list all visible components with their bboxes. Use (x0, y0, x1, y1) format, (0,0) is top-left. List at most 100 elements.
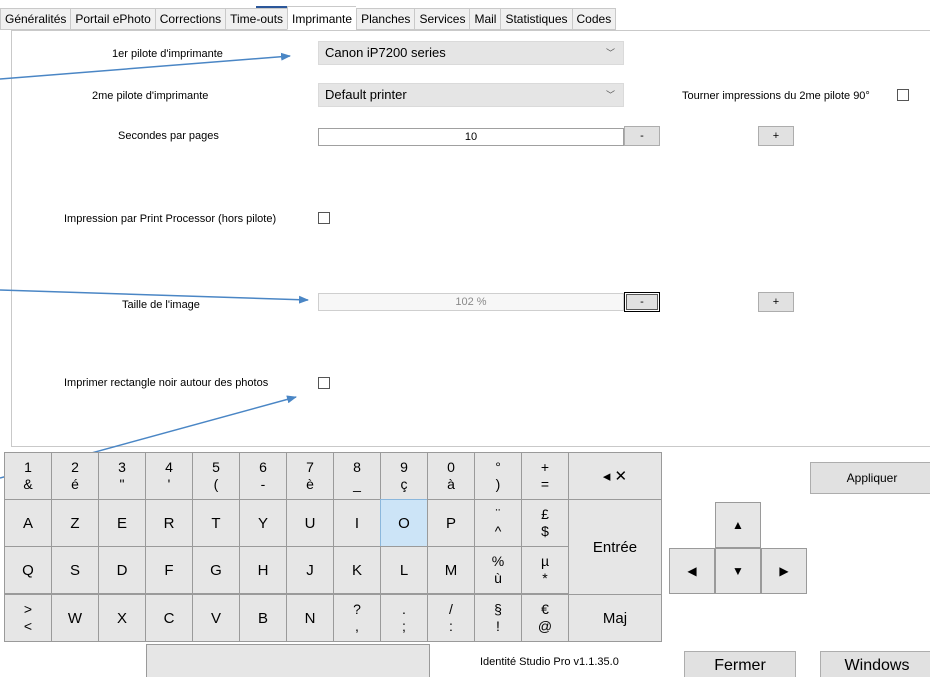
driver2-select[interactable]: Default printer ﹀ (318, 83, 624, 107)
key-x[interactable]: X (98, 594, 146, 642)
black-rect-checkbox[interactable] (318, 377, 330, 389)
key-f[interactable]: F (145, 546, 193, 594)
enter-key[interactable]: Entrée (568, 499, 662, 595)
key-h[interactable]: H (239, 546, 287, 594)
apply-button[interactable]: Appliquer (810, 462, 930, 494)
key-row3-extra-1[interactable]: µ * (521, 546, 569, 594)
key-u[interactable]: U (286, 499, 334, 547)
tab-services[interactable]: Services (414, 8, 470, 30)
key-t[interactable]: T (192, 499, 240, 547)
key-x-label: X (116, 609, 127, 627)
key-c[interactable]: C (145, 594, 193, 642)
tab-planches[interactable]: Planches (356, 8, 415, 30)
key-e-label: E (116, 514, 127, 532)
key-row4-extra-1[interactable]: .; (380, 594, 428, 642)
key-y-label: Y (257, 514, 268, 532)
key-z[interactable]: Z (51, 499, 99, 547)
key-row1-0[interactable]: 1 & (4, 452, 52, 500)
key-row1-6[interactable]: 7è (286, 452, 334, 500)
seconds-field[interactable]: 10 (318, 128, 624, 146)
key-row4-extra-1-top-char: . (402, 601, 406, 617)
key-row1-9[interactable]: 0à (427, 452, 475, 500)
key-row1-6-top-char: 7 (306, 459, 314, 475)
key-row1-5-bottom-char: - (260, 476, 266, 492)
driver1-label: 1er pilote d'imprimante (112, 48, 223, 60)
key-q[interactable]: Q (4, 546, 52, 594)
tab-statistiques[interactable]: Statistiques (500, 8, 572, 30)
key-row1-3-bottom-char: ' (167, 476, 171, 492)
key-row1-3[interactable]: 4 ' (145, 452, 193, 500)
tab-corrections[interactable]: Corrections (154, 8, 226, 30)
tab-generalites[interactable]: Généralités (0, 8, 71, 30)
arrow-right-key[interactable]: ▶ (761, 548, 807, 594)
key-r[interactable]: R (145, 499, 193, 547)
key-row4-extra-2[interactable]: /: (427, 594, 475, 642)
key-v-label: V (210, 609, 221, 627)
key-e[interactable]: E (98, 499, 146, 547)
close-button[interactable]: Fermer (684, 651, 796, 677)
key-j[interactable]: J (286, 546, 334, 594)
key-row1-5[interactable]: 6- (239, 452, 287, 500)
tab-imprimante[interactable]: Imprimante (287, 6, 357, 30)
arrow-up-key[interactable]: ▲ (715, 502, 761, 548)
key-v[interactable]: V (192, 594, 240, 642)
seconds-minus-button[interactable]: - (624, 126, 660, 146)
key-o[interactable]: O (380, 499, 428, 547)
key-row2-extra-1[interactable]: £ $ (521, 499, 569, 547)
key-row1-4[interactable]: 5( (192, 452, 240, 500)
tab-mail[interactable]: Mail (469, 8, 501, 30)
key-row1-8[interactable]: 9ç (380, 452, 428, 500)
key-y[interactable]: Y (239, 499, 287, 547)
key-row1-0-top-char: 1 (24, 459, 32, 475)
key-row4-extra-3-top-char: § (494, 601, 502, 617)
key-row1-10-bottom-char: ) (495, 476, 501, 492)
windows-button[interactable]: Windows (820, 651, 930, 677)
key-row1-11[interactable]: + = (521, 452, 569, 500)
key-n[interactable]: N (286, 594, 334, 642)
key-row1-7[interactable]: 8 _ (333, 452, 381, 500)
key-row4-extra-1-bottom-char: ; (402, 618, 406, 634)
print-processor-label: Impression par Print Processor (hors pil… (64, 213, 277, 225)
key-angle-brackets[interactable]: > < (4, 594, 52, 642)
driver1-select[interactable]: Canon iP7200 series ﹀ (318, 41, 624, 65)
key-g[interactable]: G (192, 546, 240, 594)
key-row1-1[interactable]: 2é (51, 452, 99, 500)
key-a[interactable]: A (4, 499, 52, 547)
key-row1-10[interactable]: °) (474, 452, 522, 500)
key-m[interactable]: M (427, 546, 475, 594)
key-row3-extra-1-top-char: µ (540, 553, 550, 569)
tab-portail-ephoto[interactable]: Portail ePhoto (70, 8, 155, 30)
arrow-down-key[interactable]: ▼ (715, 548, 761, 594)
image-size-plus-button[interactable]: + (758, 292, 794, 312)
key-l[interactable]: L (380, 546, 428, 594)
key-row4-extra-0[interactable]: ?, (333, 594, 381, 642)
tab-codes[interactable]: Codes (571, 8, 617, 30)
key-i-label: I (354, 514, 360, 532)
image-size-minus-button[interactable]: - (624, 292, 660, 312)
print-processor-checkbox[interactable] (318, 212, 330, 224)
rotate-checkbox[interactable] (897, 89, 909, 101)
key-b[interactable]: B (239, 594, 287, 642)
key-row3-extra-0-top-char: % (491, 553, 505, 569)
arrow-left-key[interactable]: ◀ (669, 548, 715, 594)
space-key[interactable] (146, 644, 430, 677)
image-size-field[interactable]: 102 % (318, 293, 624, 311)
enter-key-label: Entrée (592, 538, 638, 556)
shift-key[interactable]: Maj (568, 594, 662, 642)
key-p[interactable]: P (427, 499, 475, 547)
key-row2-extra-0[interactable]: ¨ ^ (474, 499, 522, 547)
key-w[interactable]: W (51, 594, 99, 642)
key-row4-extra-4[interactable]: € @ (521, 594, 569, 642)
key-s[interactable]: S (51, 546, 99, 594)
tab-time-outs[interactable]: Time-outs (225, 8, 288, 30)
backspace-key-label: ◂ ✕ (602, 468, 628, 485)
key-i[interactable]: I (333, 499, 381, 547)
key-row4-extra-3[interactable]: §! (474, 594, 522, 642)
key-row1-4-top-char: 5 (212, 459, 220, 475)
backspace-key[interactable]: ◂ ✕ (568, 452, 662, 500)
key-k[interactable]: K (333, 546, 381, 594)
key-row1-2[interactable]: 3 " (98, 452, 146, 500)
seconds-plus-button[interactable]: + (758, 126, 794, 146)
key-d[interactable]: D (98, 546, 146, 594)
key-row3-extra-0[interactable]: % ù (474, 546, 522, 594)
